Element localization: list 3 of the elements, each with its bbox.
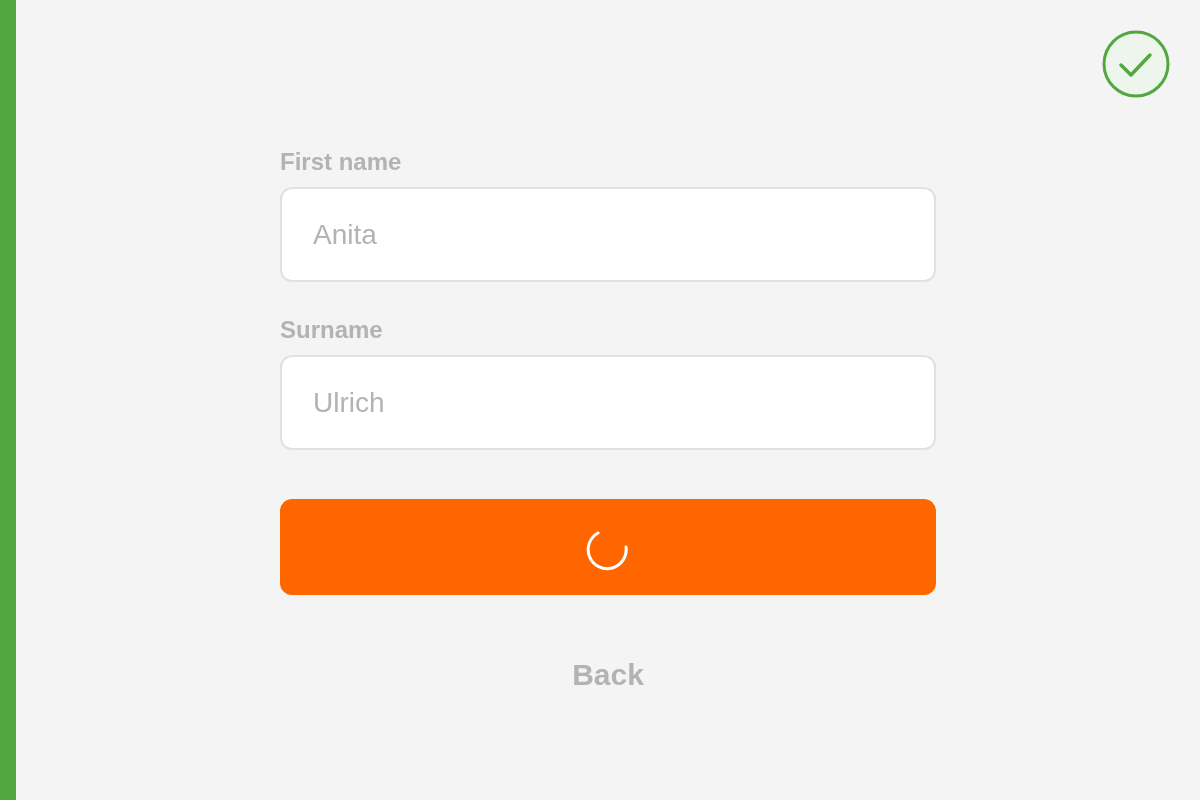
field-label: First name: [280, 147, 403, 177]
field-label: Surname: [280, 315, 384, 345]
submit-button[interactable]: [280, 499, 936, 595]
